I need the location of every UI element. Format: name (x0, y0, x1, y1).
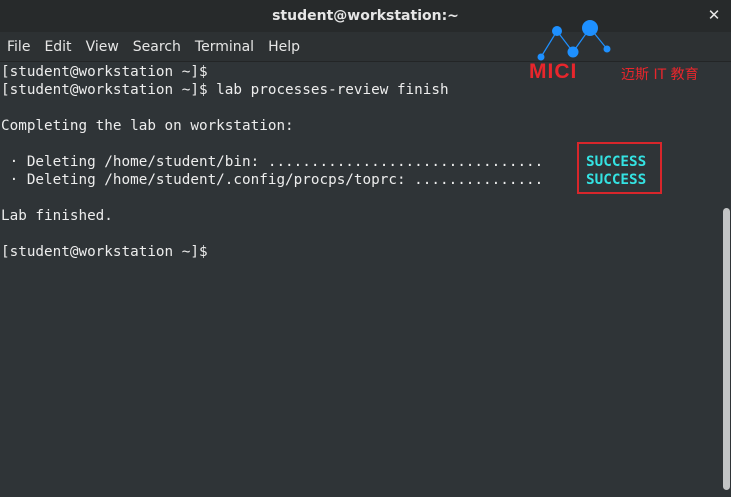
menu-file[interactable]: File (0, 32, 37, 62)
terminal-window: student@workstation:~ ✕ File Edit View S… (0, 0, 731, 497)
menu-search[interactable]: Search (126, 32, 188, 62)
network-nodes-icon (537, 20, 611, 61)
terminal-line: [student@workstation ~]$ (1, 64, 208, 80)
window-title: student@workstation:~ (272, 8, 459, 24)
menu-view[interactable]: View (79, 32, 126, 62)
terminal-line: [student@workstation ~]$ (1, 244, 208, 260)
terminal-line: · Deleting /home/student/.config/procps/… (1, 172, 544, 188)
terminal-line: · Deleting /home/student/bin: ..........… (1, 154, 544, 170)
terminal-output[interactable]: [student@workstation ~]$ [student@workst… (0, 62, 722, 497)
menu-terminal[interactable]: Terminal (188, 32, 261, 62)
scrollbar[interactable] (722, 62, 731, 497)
watermark-subtitle: 迈斯 IT 教育 (621, 67, 699, 83)
menu-help[interactable]: Help (261, 32, 307, 62)
highlight-box (577, 142, 662, 194)
menu-edit[interactable]: Edit (37, 32, 78, 62)
terminal-line: [student@workstation ~]$ lab processes-r… (1, 82, 449, 98)
watermark-brand: MICI (529, 60, 578, 83)
scrollbar-thumb[interactable] (723, 208, 730, 490)
terminal-line: Completing the lab on workstation: (1, 118, 294, 134)
watermark-logo: MICI 迈斯 IT 教育 (526, 16, 716, 84)
terminal-line: Lab finished. (1, 208, 113, 224)
